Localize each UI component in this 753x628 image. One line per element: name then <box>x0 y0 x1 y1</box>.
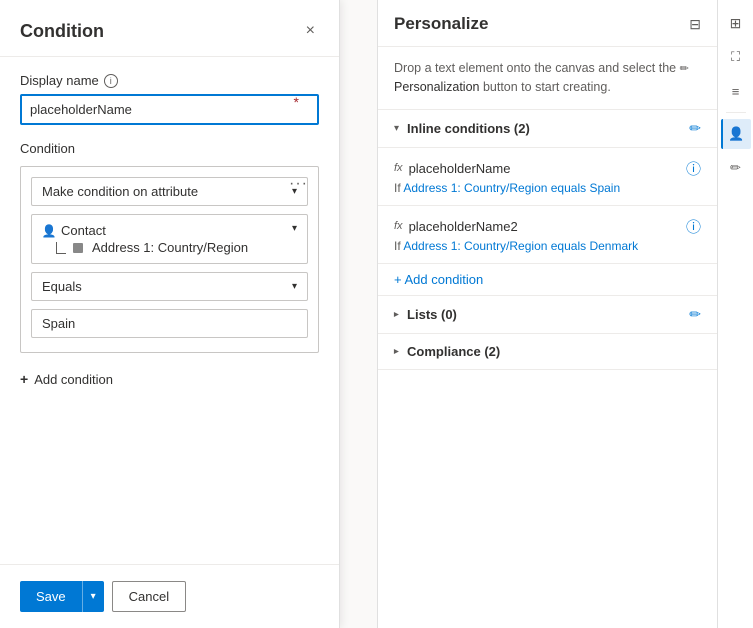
condition-item-2-header: fx placeholderName2 ⓘ <box>394 216 701 237</box>
toolbar-person-button[interactable]: 👤 <box>721 119 751 149</box>
save-dropdown-button[interactable]: ▾ <box>82 581 104 612</box>
more-options-icon[interactable]: ··· <box>289 175 308 193</box>
equals-chevron-down-icon: ▾ <box>292 281 297 292</box>
condition-section-label: Condition <box>20 141 319 156</box>
condition-footer: Save ▾ Cancel <box>0 564 339 628</box>
list-icon: ≡ <box>732 84 740 99</box>
toolbar-grid-button[interactable]: ⛶ <box>721 42 751 72</box>
compliance-chevron-icon: ▾ <box>391 348 402 353</box>
fx-badge-1: fx <box>394 162 403 174</box>
contact-row: 👤 Contact <box>42 223 248 238</box>
display-name-info-icon: i <box>104 74 118 88</box>
toolbar-edit-button[interactable]: ✏ <box>721 153 751 183</box>
person-icon: 👤 <box>42 224 56 238</box>
make-condition-dropdown[interactable]: Make condition on attribute ▾ <box>31 177 308 206</box>
personalization-bold-label: Personalization <box>394 80 479 94</box>
make-condition-label: Make condition on attribute <box>42 184 198 199</box>
condition-item-1-header: fx placeholderName ⓘ <box>394 158 701 179</box>
canvas-area: ⚙ <box>340 0 377 628</box>
condition-item-2-name: placeholderName2 <box>409 219 686 234</box>
personalize-title: Personalize <box>394 14 489 34</box>
display-name-label: Display name i <box>20 73 319 88</box>
attribute-selector[interactable]: 👤 Contact Address 1: Country/Region ▾ <box>31 214 308 264</box>
add-condition-panel-button[interactable]: + Add condition <box>378 264 717 296</box>
condition-header: Condition × <box>0 0 339 57</box>
condition-item-2-info-button[interactable]: ⓘ <box>686 216 701 237</box>
personalization-icon-inline: ✏ <box>680 63 689 75</box>
add-icon: ⊞ <box>730 15 742 32</box>
right-toolbar: ⊞ ⛶ ≡ 👤 ✏ <box>717 0 753 628</box>
toolbar-list-button[interactable]: ≡ <box>721 76 751 106</box>
condition-item-1-desc: If Address 1: Country/Region equals Spai… <box>394 181 701 195</box>
edit-icon: ✏ <box>730 160 741 176</box>
lists-edit-icon[interactable]: ✏ <box>689 306 701 323</box>
inline-conditions-chevron-icon: ▾ <box>394 123 399 134</box>
save-btn-group: Save ▾ <box>20 581 104 612</box>
grid-icon: ⛶ <box>731 49 740 65</box>
condition-item-2: fx placeholderName2 ⓘ If Address 1: Coun… <box>378 206 717 264</box>
field-icon <box>73 243 83 253</box>
condition-dialog: Condition × Display name i * Condition ·… <box>0 0 340 628</box>
connector-line <box>56 242 66 254</box>
contact-label: Contact <box>61 223 106 238</box>
inline-conditions-edit-icon[interactable]: ✏ <box>689 120 701 137</box>
compliance-section[interactable]: ▾ Compliance (2) <box>378 334 717 370</box>
save-button[interactable]: Save <box>20 581 82 612</box>
equals-label: Equals <box>42 279 82 294</box>
personalize-panel: Personalize ⊟ Drop a text element onto t… <box>377 0 717 628</box>
person-toolbar-icon: 👤 <box>728 126 744 142</box>
condition-item-1-info-button[interactable]: ⓘ <box>686 158 701 179</box>
toolbar-divider <box>726 112 746 113</box>
condition-item-2-desc: If Address 1: Country/Region equals Denm… <box>394 239 701 253</box>
condition-body: Display name i * Condition ··· Make cond… <box>0 57 339 564</box>
compliance-title: Compliance (2) <box>407 344 701 359</box>
value-input[interactable] <box>31 309 308 338</box>
add-condition-panel-label: + Add condition <box>394 272 483 287</box>
equals-dropdown[interactable]: Equals ▾ <box>31 272 308 301</box>
attribute-field-row: Address 1: Country/Region <box>42 240 248 255</box>
display-name-wrapper: * <box>20 94 319 125</box>
personalize-description: Drop a text element onto the canvas and … <box>378 47 717 110</box>
inline-conditions-title: Inline conditions (2) <box>407 121 689 136</box>
personalize-header: Personalize ⊟ <box>378 0 717 47</box>
condition-box: ··· Make condition on attribute ▾ 👤 Cont… <box>20 166 319 353</box>
toolbar-add-button[interactable]: ⊞ <box>721 8 751 38</box>
lists-title: Lists (0) <box>407 307 689 322</box>
attribute-chevron-down-icon: ▾ <box>292 223 297 234</box>
condition-item-1: fx placeholderName ⓘ If Address 1: Count… <box>378 148 717 206</box>
fx-badge-2: fx <box>394 220 403 232</box>
add-condition-button[interactable]: + Add condition <box>20 367 113 391</box>
attribute-field-label: Address 1: Country/Region <box>92 240 248 255</box>
required-star: * <box>294 94 299 110</box>
inline-conditions-section[interactable]: ▾ Inline conditions (2) ✏ <box>378 110 717 148</box>
condition-item-2-link[interactable]: Address 1: Country/Region equals Denmark <box>403 239 638 253</box>
condition-item-1-name: placeholderName <box>409 161 686 176</box>
lists-chevron-icon: ▾ <box>391 311 402 316</box>
plus-icon: + <box>20 371 28 387</box>
condition-item-1-link[interactable]: Address 1: Country/Region equals Spain <box>403 181 620 195</box>
condition-title: Condition <box>20 21 104 42</box>
attribute-selector-content: 👤 Contact Address 1: Country/Region <box>42 223 248 255</box>
lists-section[interactable]: ▾ Lists (0) ✏ <box>378 296 717 334</box>
add-condition-label: Add condition <box>34 372 113 387</box>
close-button[interactable]: × <box>302 18 319 44</box>
display-name-input[interactable] <box>20 94 319 125</box>
personalize-header-icon[interactable]: ⊟ <box>689 16 701 33</box>
cancel-button[interactable]: Cancel <box>112 581 186 612</box>
